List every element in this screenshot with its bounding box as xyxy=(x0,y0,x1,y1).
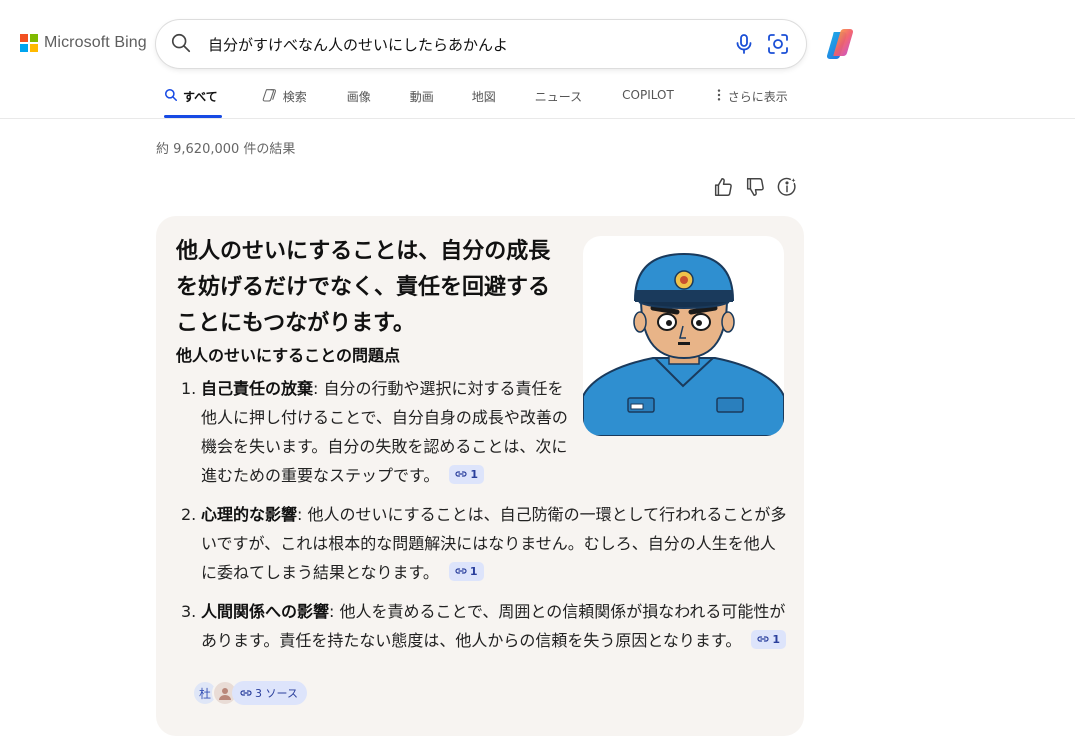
tab-news[interactable]: ニュース xyxy=(535,88,582,118)
tab-more[interactable]: さらに表示 xyxy=(715,88,788,118)
sources-bar[interactable]: 杜 3 ソース xyxy=(192,680,307,706)
result-count: 約 9,620,000 件の結果 xyxy=(156,142,296,157)
answer-headline: 他人のせいにすることは、自分の成長を妨げるだけでなく、責任を回避することにもつな… xyxy=(176,239,551,336)
citation-badge[interactable]: 1 xyxy=(751,629,786,649)
tab-search[interactable]: 検索 xyxy=(262,88,307,118)
list-item: 1. 自己責任の放棄: 自分の行動や選択に対する責任を他人に押し付けることで、自分… xyxy=(176,374,571,490)
info-icon[interactable] xyxy=(776,176,798,198)
tab-label: ニュース xyxy=(534,90,583,104)
list-item-number: 2. xyxy=(181,505,197,524)
logo-square-red xyxy=(20,34,28,42)
tab-label: すべて xyxy=(183,90,218,104)
link-icon xyxy=(240,690,252,696)
link-icon xyxy=(455,471,467,477)
search-box[interactable] xyxy=(156,20,806,68)
brand-name: Microsoft Bing xyxy=(44,34,147,51)
tab-all[interactable]: すべて xyxy=(164,88,222,118)
list-item-title: 心理的な影響 xyxy=(201,505,298,524)
link-icon xyxy=(455,568,467,574)
answer-subheading: 他人のせいにすることの問題点 xyxy=(176,346,401,365)
tab-label: 地図 xyxy=(471,90,496,104)
logo-square-blue xyxy=(20,44,28,52)
answer-list: 1. 自己責任の放棄: 自分の行動や選択に対する責任を他人に押し付けることで、自分… xyxy=(176,374,788,665)
citation-number: 1 xyxy=(470,467,479,481)
sources-button[interactable]: 3 ソース xyxy=(232,681,307,705)
thumbs-up-icon[interactable] xyxy=(712,176,734,198)
list-item-title: 自己責任の放棄 xyxy=(201,379,314,398)
tab-label: さらに表示 xyxy=(727,90,788,104)
visual-search-icon[interactable] xyxy=(766,32,790,56)
microsoft-logo-icon xyxy=(20,34,38,52)
microphone-icon[interactable] xyxy=(732,32,756,56)
search-input[interactable] xyxy=(208,30,728,58)
tab-label: 検索 xyxy=(282,90,307,104)
tab-label: COPILOT xyxy=(622,88,674,102)
list-item: 2. 心理的な影響: 他人のせいにすることは、自己防衛の一環として行われることが多… xyxy=(176,500,788,587)
copilot-icon[interactable] xyxy=(824,26,860,62)
search-icon[interactable] xyxy=(170,32,192,54)
tab-maps[interactable]: 地図 xyxy=(472,88,496,118)
tab-images[interactable]: 画像 xyxy=(347,88,371,118)
citation-badge[interactable]: 1 xyxy=(449,464,485,484)
citation-number: 1 xyxy=(772,632,780,646)
citation-badge[interactable]: 1 xyxy=(448,561,484,581)
copilot-answer-card: 他人のせいにすることは、自分の成長を妨げるだけでなく、責任を回避することにもつな… xyxy=(156,216,804,736)
tab-copilot[interactable]: COPILOT xyxy=(622,88,674,118)
list-item-title: 人間関係への影響 xyxy=(201,602,330,621)
search-tabs: すべて 検索 画像 動画 地図 ニュース COPILOT さらに表示 xyxy=(164,88,788,118)
list-item-number: 3. xyxy=(181,602,197,621)
more-vertical-icon xyxy=(717,89,721,101)
logo-square-green xyxy=(30,34,38,42)
sources-label: 3 ソース xyxy=(255,687,298,700)
copilot-search-icon xyxy=(262,89,276,102)
list-item: 3. 人間関係への影響: 他人を責めることで、周囲との信頼関係が損なわれる可能性が… xyxy=(176,597,788,655)
thumbs-down-icon[interactable] xyxy=(744,176,766,198)
link-icon xyxy=(757,636,769,642)
search-icon xyxy=(164,88,178,102)
tab-label: 動画 xyxy=(409,90,434,104)
feedback-bar xyxy=(712,176,798,198)
tab-label: 画像 xyxy=(346,90,371,104)
bing-logo[interactable]: Microsoft Bing xyxy=(20,34,147,52)
logo-square-yellow xyxy=(30,44,38,52)
list-item-number: 1. xyxy=(181,379,197,398)
citation-number: 1 xyxy=(469,564,478,578)
tab-videos[interactable]: 動画 xyxy=(410,88,434,118)
header-divider xyxy=(0,118,1075,119)
